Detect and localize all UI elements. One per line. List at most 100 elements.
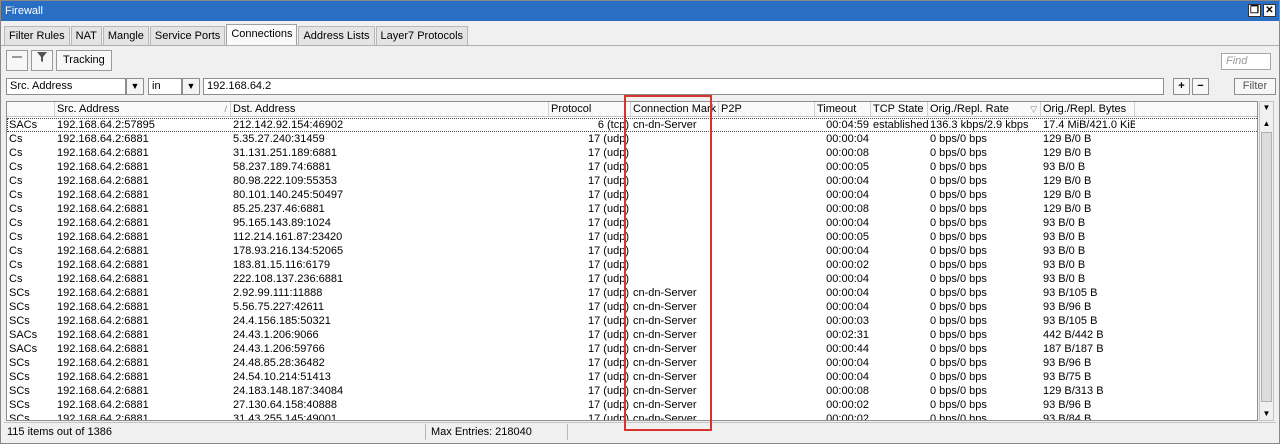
column-header[interactable]: TCP State — [871, 102, 928, 117]
table-row[interactable]: Cs 192.168.64.2:6881 80.98.222.109:55353 17… — [7, 174, 1257, 188]
tab-mangle[interactable]: Mangle — [102, 26, 149, 45]
table-cell: 0 bps/0 bps — [930, 273, 987, 285]
table-cell — [871, 230, 928, 244]
table-cell: cn-dn-Server — [633, 119, 697, 131]
table-row[interactable]: SCs 192.168.64.2:6881 31.43.255.145:49001 1… — [7, 412, 1257, 421]
title-bar[interactable]: Firewall ❐ ✕ — [1, 1, 1279, 21]
table-cell: 192.168.64.2:6881 — [57, 399, 149, 411]
item-count: 115 items out of 1386 — [4, 424, 426, 440]
table-cell: 00:00:04 — [826, 175, 869, 187]
table-row[interactable]: Cs 192.168.64.2:6881 58.237.189.74:6881 17 … — [7, 160, 1257, 174]
filter-operator-dropdown-icon[interactable]: ▼ — [182, 78, 200, 95]
table-cell: 0 bps/0 bps — [930, 231, 987, 243]
column-header[interactable] — [7, 102, 55, 117]
scroll-thumb[interactable] — [1261, 132, 1272, 402]
table-row[interactable]: SACs 192.168.64.2:57895 212.142.92.154:469… — [7, 118, 1257, 132]
scroll-down-icon[interactable]: ▼ — [1260, 408, 1273, 420]
column-header[interactable]: P2P — [719, 102, 815, 117]
filter-bar: Src. Address ▼ in ▼ 192.168.64.2 + − Fil… — [6, 78, 1276, 96]
table-cell — [719, 146, 815, 160]
filter-value-input[interactable]: 192.168.64.2 — [203, 78, 1164, 95]
table-row[interactable]: SACs 192.168.64.2:6881 24.43.1.206:59766 17… — [7, 342, 1257, 356]
table-cell: 0 bps/0 bps — [930, 329, 987, 341]
column-header[interactable]: Protocol — [549, 102, 631, 117]
table-cell: 192.168.64.2:6881 — [57, 133, 149, 145]
tab-address-lists[interactable]: Address Lists — [298, 26, 375, 45]
column-header[interactable]: Orig./Repl. Bytes — [1041, 102, 1135, 117]
column-header[interactable]: Connection Mark — [631, 102, 719, 117]
remove-filter-button[interactable]: − — [1192, 78, 1209, 95]
table-row[interactable]: SCs 192.168.64.2:6881 24.48.85.28:36482 17 … — [7, 356, 1257, 370]
column-header-label: Orig./Repl. Bytes — [1043, 103, 1127, 115]
table-row[interactable]: Cs 192.168.64.2:6881 183.81.15.116:6179 17 … — [7, 258, 1257, 272]
table-cell — [871, 202, 928, 216]
table-cell — [631, 160, 719, 174]
table-cell — [719, 412, 815, 420]
table-cell: 0 bps/0 bps — [930, 217, 987, 229]
tab-layer7-protocols[interactable]: Layer7 Protocols — [375, 26, 469, 45]
table-cell: SCs — [9, 385, 30, 397]
tracking-button[interactable]: Tracking — [56, 50, 112, 71]
table-row[interactable]: Cs 192.168.64.2:6881 112.214.161.87:23420 1… — [7, 230, 1257, 244]
table-row[interactable]: SCs 192.168.64.2:6881 27.130.64.158:40888 1… — [7, 398, 1257, 412]
table-row[interactable]: SCs 192.168.64.2:6881 5.56.75.227:42611 17 … — [7, 300, 1257, 314]
tab-filter-rules[interactable]: Filter Rules — [4, 26, 70, 45]
table-row[interactable]: Cs 192.168.64.2:6881 85.25.237.46:6881 17 (… — [7, 202, 1257, 216]
tab-connections[interactable]: Connections — [226, 24, 298, 45]
tab-nat[interactable]: NAT — [70, 26, 102, 45]
table-cell: 5.56.75.227:42611 — [233, 301, 324, 313]
table-cell — [719, 314, 815, 328]
sort-indicator-icon: ▽ — [1030, 104, 1037, 114]
column-header[interactable]: Src. Address / — [55, 102, 231, 117]
table-row[interactable]: Cs 192.168.64.2:6881 80.101.140.245:50497 1… — [7, 188, 1257, 202]
filter-field-dropdown-icon[interactable]: ▼ — [126, 78, 144, 95]
table-cell: 00:00:02 — [826, 399, 869, 411]
table-cell: cn-dn-Server — [633, 287, 697, 299]
table-row[interactable]: SCs 192.168.64.2:6881 24.54.10.214:51413 17… — [7, 370, 1257, 384]
table-row[interactable]: SCs 192.168.64.2:6881 2.92.99.111:11888 17 … — [7, 286, 1257, 300]
connections-table[interactable]: Src. Address / Dst. Address Protocol Connect… — [6, 101, 1258, 421]
table-cell — [871, 300, 928, 314]
table-row[interactable]: SCs 192.168.64.2:6881 24.4.156.185:50321 17… — [7, 314, 1257, 328]
find-input[interactable]: Find — [1221, 53, 1271, 70]
scroll-up-icon[interactable]: ▲ — [1260, 118, 1273, 130]
filter-operator-select[interactable]: in — [148, 78, 182, 95]
table-cell: 17 (udp) — [588, 413, 629, 421]
table-row[interactable]: Cs 192.168.64.2:6881 5.35.27.240:31459 17 (… — [7, 132, 1257, 146]
table-row[interactable]: SCs 192.168.64.2:6881 24.183.148.187:34084… — [7, 384, 1257, 398]
filter-toggle-button[interactable] — [31, 50, 53, 71]
status-bar: 115 items out of 1386 Max Entries: 21804… — [4, 422, 1276, 440]
filter-field-select[interactable]: Src. Address — [6, 78, 126, 95]
table-cell: 192.168.64.2:6881 — [57, 371, 149, 383]
column-header-label: Timeout — [817, 103, 857, 115]
table-cell: 80.101.140.245:50497 — [233, 189, 344, 201]
table-row[interactable]: Cs 192.168.64.2:6881 222.108.137.236:6881 1… — [7, 272, 1257, 286]
table-cell: 192.168.64.2:6881 — [57, 175, 149, 187]
restore-button[interactable]: ❐ — [1248, 4, 1261, 17]
tab-service-ports[interactable]: Service Ports — [149, 26, 226, 45]
funnel-icon — [37, 52, 47, 62]
remove-button[interactable] — [6, 50, 28, 71]
table-cell — [719, 188, 815, 202]
table-cell: 24.183.148.187:34084 — [233, 385, 344, 397]
table-row[interactable]: SACs 192.168.64.2:6881 24.43.1.206:9066 17 … — [7, 328, 1257, 342]
table-row[interactable]: Cs 192.168.64.2:6881 31.131.251.189:6881 17… — [7, 146, 1257, 160]
table-cell: 129 B/0 B — [1043, 189, 1092, 201]
column-header[interactable]: Orig./Repl. Rate ▽ — [928, 102, 1041, 117]
add-filter-button[interactable]: + — [1173, 78, 1190, 95]
column-menu-icon[interactable]: ▼ — [1260, 102, 1273, 114]
column-header[interactable]: Dst. Address — [231, 102, 549, 117]
table-cell: Cs — [9, 273, 23, 285]
table-cell: cn-dn-Server — [633, 399, 697, 411]
vertical-scrollbar[interactable]: ▼ ▲ ▼ — [1259, 101, 1274, 421]
max-entries: Max Entries: 218040 — [428, 424, 568, 440]
filter-button[interactable]: Filter — [1234, 78, 1276, 95]
table-row[interactable]: Cs 192.168.64.2:6881 178.93.216.134:52065 1… — [7, 244, 1257, 258]
column-header[interactable]: Timeout — [815, 102, 871, 117]
table-cell: 0 bps/0 bps — [930, 413, 987, 421]
table-cell: 192.168.64.2:6881 — [57, 217, 149, 229]
close-button[interactable]: ✕ — [1263, 4, 1276, 17]
table-cell — [871, 356, 928, 370]
table-row[interactable]: Cs 192.168.64.2:6881 95.165.143.89:1024 17 … — [7, 216, 1257, 230]
table-cell: 00:00:08 — [826, 385, 869, 397]
